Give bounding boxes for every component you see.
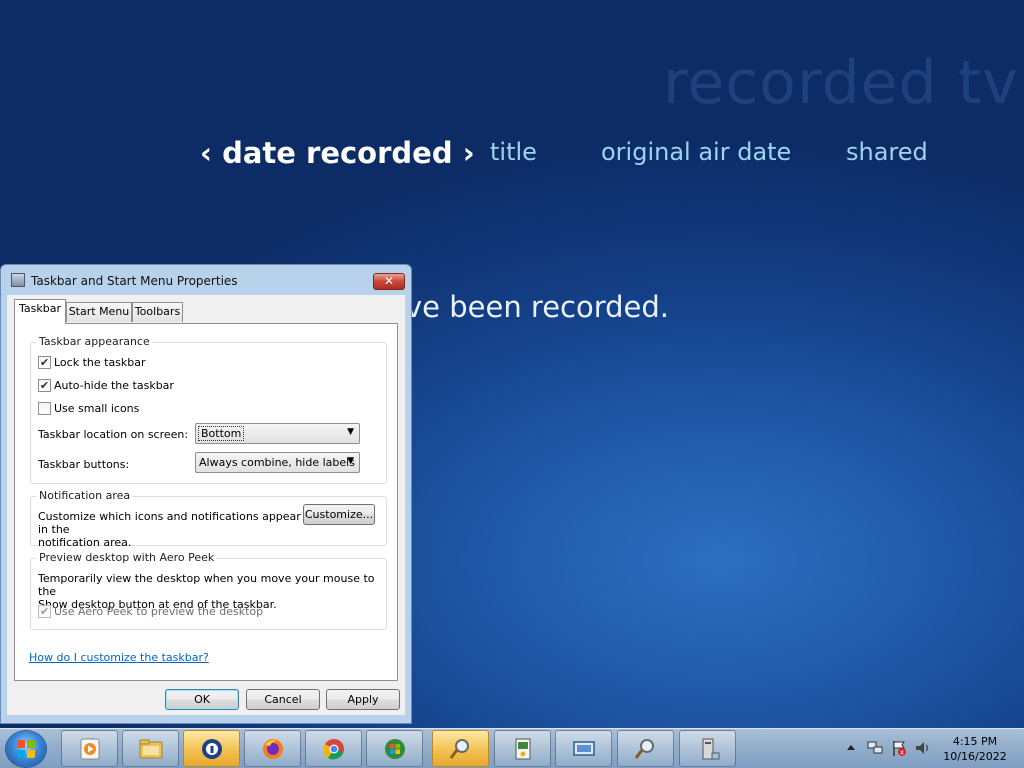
small-icons-check-icon[interactable] [38,402,51,415]
explorer-folder-icon [139,739,163,759]
taskbar-properties-dialog: Taskbar and Start Menu Properties ✕ Task… [0,264,412,724]
small-icons-label[interactable]: Use small icons [54,402,139,415]
customize-button[interactable]: Customize... [303,504,375,525]
taskbar-firefox[interactable] [244,730,301,767]
magnifier-icon [449,739,469,759]
nav-active-label: date recorded [222,136,453,170]
help-link[interactable]: How do I customize the taskbar? [29,651,209,664]
taskbar-display[interactable] [555,730,612,767]
autohide-check-icon[interactable]: ✔ [38,379,51,392]
taskbar-magnifier[interactable] [432,730,489,767]
display-icon [573,741,595,756]
svg-text:x: x [900,749,904,757]
media-center-icon [80,738,100,760]
nav-prev-arrow[interactable]: ‹ [200,136,212,170]
buttons-label: Taskbar buttons: [38,458,130,471]
nav-shared[interactable]: shared [846,138,928,178]
taskbar-properties-icon [11,273,25,287]
lock-taskbar-check-icon[interactable]: ✔ [38,356,51,369]
lock-taskbar-label[interactable]: Lock the taskbar [54,356,146,369]
tab-toolbars[interactable]: Toolbars [132,302,183,322]
taskbar-buttons-dropdown[interactable]: Always combine, hide labels ▼ [195,452,360,473]
taskbar-media-center[interactable] [61,730,118,767]
taskbar-magnifier-tool[interactable] [617,730,674,767]
taskbar-explorer[interactable] [122,730,179,767]
dialog-titlebar[interactable]: Taskbar and Start Menu Properties ✕ [1,265,411,295]
network-icon[interactable] [866,739,884,757]
cancel-button[interactable]: Cancel [246,689,320,710]
volume-icon[interactable] [914,739,932,757]
notification-text-line1: Customize which icons and notifications … [38,510,301,536]
taskbar-windows-media-center[interactable] [366,730,423,767]
location-value: Bottom [198,426,245,441]
computer-tower-icon [702,738,720,760]
close-button[interactable]: ✕ [373,273,405,290]
windows-logo-icon [17,740,35,758]
group-title-aero-peek: Preview desktop with Aero Peek [36,551,218,564]
taskbar-chrome[interactable] [305,730,362,767]
empty-message: ve been recorded. [405,290,670,324]
chrome-icon [323,739,344,760]
clock-time: 4:15 PM [952,735,998,748]
dialog-title: Taskbar and Start Menu Properties [31,274,238,288]
group-title-appearance: Taskbar appearance [36,335,153,348]
taskbar-clock[interactable]: 4:15 PM 10/16/2022 [940,734,1010,764]
autohide-label[interactable]: Auto-hide the taskbar [54,379,174,392]
group-title-notification: Notification area [36,489,134,502]
dialog-body: Taskbar Start Menu Toolbars Taskbar appe… [7,295,405,715]
tab-taskbar[interactable]: Taskbar [14,299,66,324]
notification-text-line2: notification area. [38,536,132,549]
ok-button[interactable]: OK [165,689,239,710]
avast-shield-icon [202,739,222,759]
magnifier-tool-icon [634,739,654,759]
aero-peek-check-icon: ✔ [38,605,51,618]
nav-next-arrow[interactable]: › [463,136,475,170]
recorded-tv-watermark: recorded tv [663,48,1019,118]
taskbar-computer[interactable] [679,730,736,767]
nav-title[interactable]: title [490,138,537,178]
nav-original-air-date[interactable]: original air date [601,138,791,178]
action-center-flag-icon[interactable]: x [890,739,908,757]
apply-button[interactable]: Apply [326,689,400,710]
chevron-down-icon: ▼ [347,427,354,437]
start-button[interactable] [6,731,46,767]
clock-date: 10/16/2022 [943,750,1007,763]
taskbar-avast[interactable] [183,730,240,767]
chevron-down-icon: ▼ [347,456,354,466]
taskbar-buttons-value: Always combine, hide labels [199,456,355,469]
windows-media-center-icon [385,739,405,759]
firefox-icon [263,739,283,759]
location-label: Taskbar location on screen: [38,428,189,441]
windows-taskbar: x 4:15 PM 10/16/2022 [0,728,1024,768]
aero-peek-text-line1: Temporarily view the desktop when you mo… [38,572,375,598]
taskbar-control-panel[interactable] [494,730,551,767]
location-dropdown[interactable]: Bottom ▼ [195,423,360,444]
notification-description: Customize which icons and notifications … [38,510,303,549]
tab-panel-taskbar: Taskbar appearance ✔ Lock the taskbar ✔ … [14,323,398,681]
aero-peek-label: Use Aero Peek to preview the desktop [54,605,264,618]
nav-date-recorded[interactable]: ‹ date recorded › [200,136,475,176]
control-panel-icon [515,738,531,760]
show-hidden-icons-icon[interactable] [846,743,856,753]
tab-start-menu[interactable]: Start Menu [66,302,132,322]
